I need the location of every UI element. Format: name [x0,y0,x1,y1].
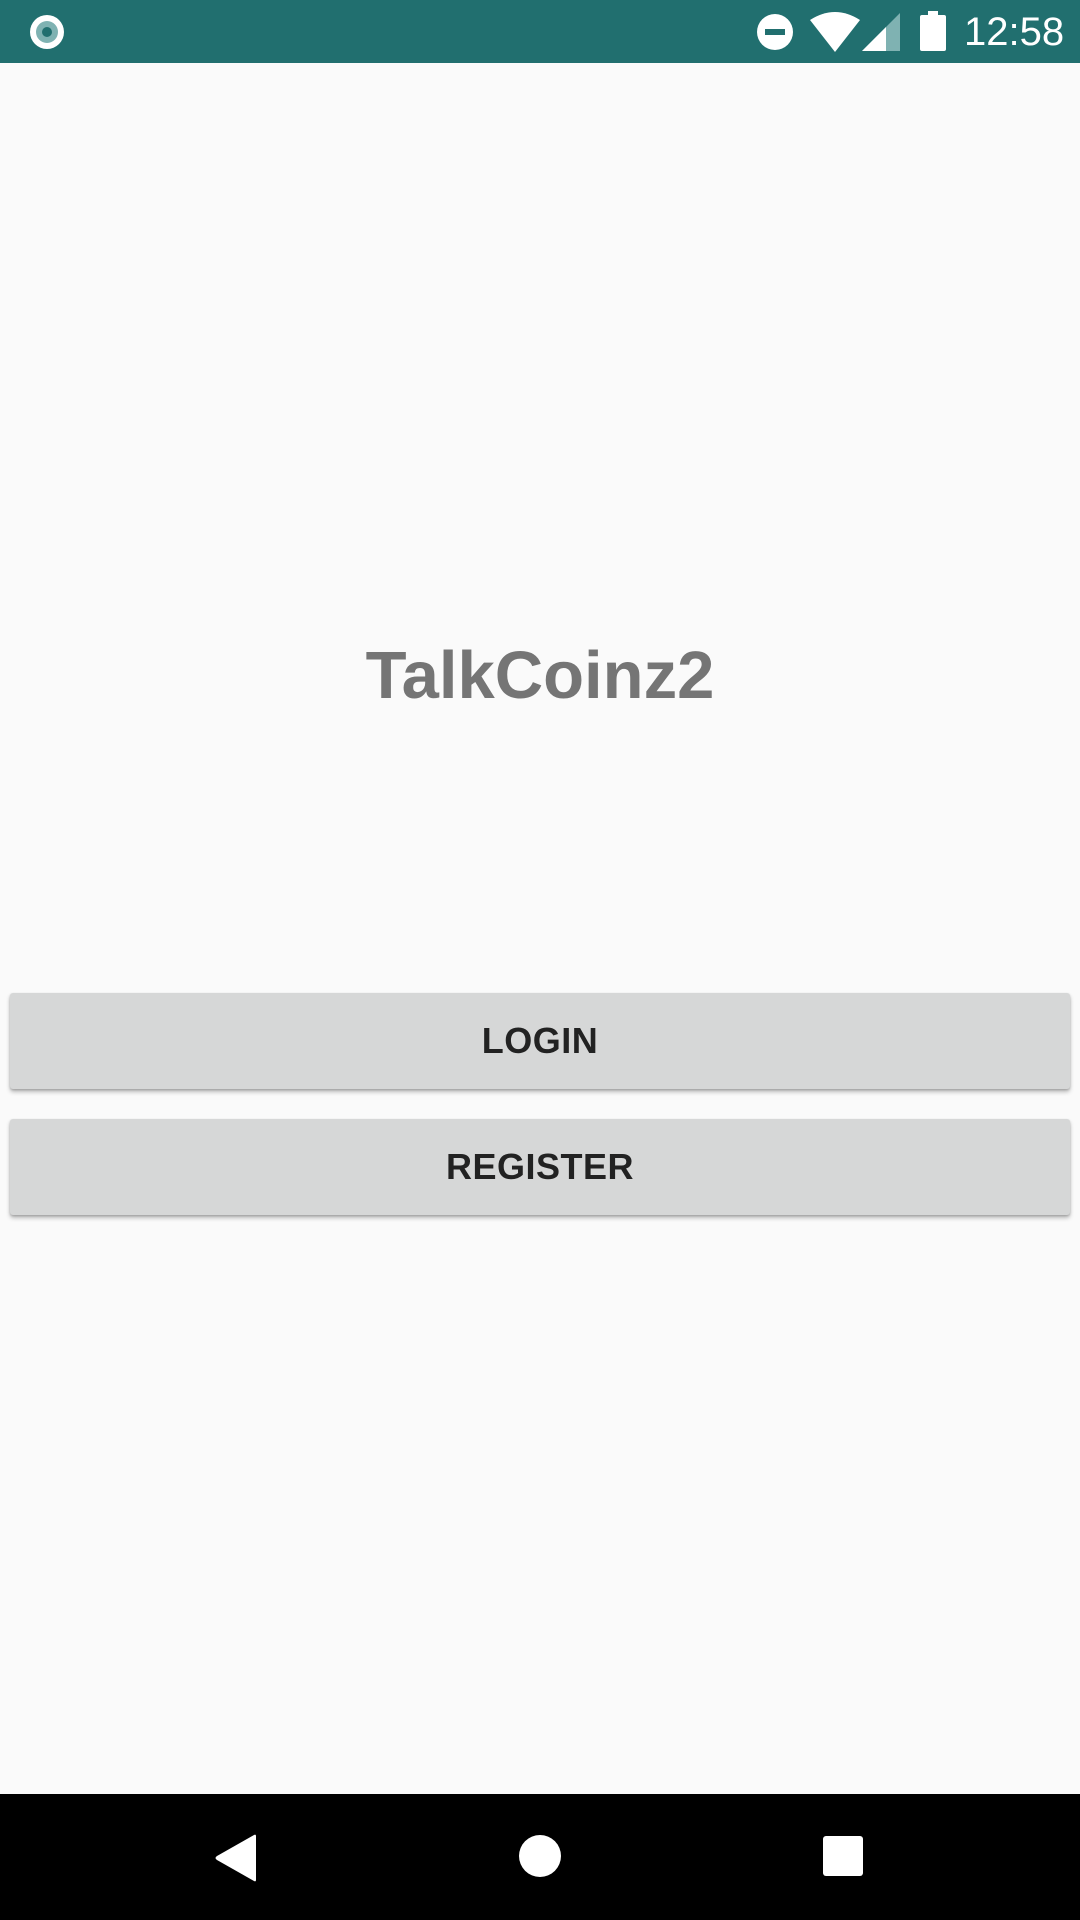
battery-icon [920,11,946,51]
do-not-disturb-icon [757,14,793,50]
register-button[interactable]: REGISTER [10,1119,1070,1215]
cell-signal-icon [862,13,900,51]
home-icon[interactable] [518,1834,562,1878]
login-button[interactable]: LOGIN [10,993,1070,1089]
wifi-icon [810,12,860,52]
app-notification-icon [30,15,64,49]
navigation-bar [0,1794,1080,1920]
back-icon[interactable] [214,1834,258,1882]
app-title: TalkCoinz2 [365,638,715,713]
status-bar: 12:58 [0,0,1080,63]
recents-icon[interactable] [823,1836,863,1876]
status-clock: 12:58 [964,10,1065,54]
